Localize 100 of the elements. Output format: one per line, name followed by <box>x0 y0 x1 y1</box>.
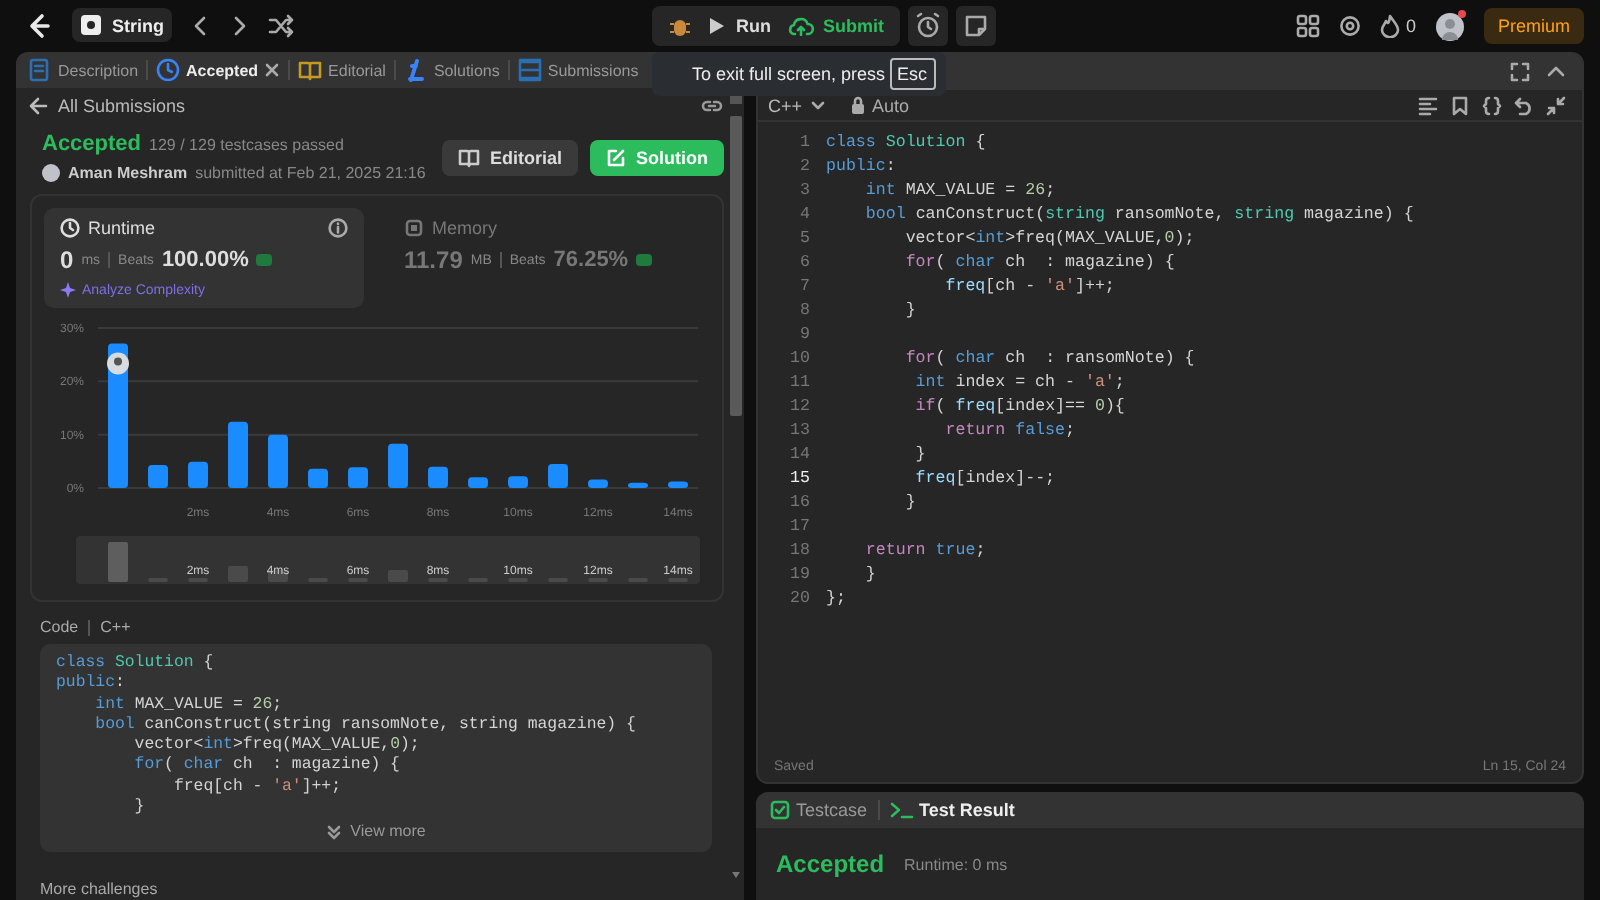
code-line: int MAX_VALUE = 26; <box>93 695 285 716</box>
bar[interactable] <box>668 481 688 488</box>
sparkle-icon <box>60 282 76 298</box>
stat-title: Runtime <box>88 218 156 238</box>
stat-title: Memory <box>432 218 498 238</box>
language-dropdown[interactable]: C++ <box>768 95 827 115</box>
bar[interactable] <box>268 434 288 488</box>
result-status: Accepted <box>776 850 885 878</box>
line-number: 7 <box>798 277 812 295</box>
tab[interactable]: Editorial <box>298 58 386 82</box>
terminal-icon <box>889 800 914 820</box>
line-number: 10 <box>788 349 812 367</box>
close-icon[interactable] <box>264 62 281 78</box>
code-line: int MAX_VALUE = 26; <box>863 181 1056 199</box>
collapse-icon[interactable] <box>1546 95 1566 115</box>
caret-icon <box>810 97 827 113</box>
hint-text: To exit full screen, press <box>692 64 886 84</box>
author-name[interactable]: Aman Meshram <box>68 164 188 182</box>
info-icon[interactable] <box>328 218 348 238</box>
view-more-link[interactable]: View more <box>316 822 436 841</box>
bar[interactable] <box>628 482 648 488</box>
bar[interactable] <box>348 467 368 488</box>
tab[interactable]: Solutions <box>403 58 500 82</box>
tab[interactable]: Submissions <box>517 58 639 82</box>
chevron-up-icon[interactable] <box>1546 62 1566 82</box>
tab[interactable]: Testcase <box>770 800 868 820</box>
code-line: bool canConstruct(string ransomNote, string magazine) { <box>863 205 1414 223</box>
bar[interactable] <box>388 443 408 488</box>
code-line: if( freq[index]== 0){ <box>913 397 1125 415</box>
link-icon[interactable] <box>700 95 724 115</box>
beats-value: 100.00% <box>161 248 249 272</box>
avatar-icon <box>42 164 60 182</box>
bar[interactable] <box>588 479 608 488</box>
braces-icon[interactable] <box>1482 95 1502 115</box>
arrow-left-icon <box>28 95 48 115</box>
chevrons-down-icon <box>326 823 343 840</box>
mode-label[interactable]: Auto <box>850 95 910 115</box>
chip-icon <box>404 218 424 238</box>
bar[interactable] <box>148 465 168 488</box>
settings-icon[interactable] <box>1337 13 1362 37</box>
bar[interactable] <box>308 468 328 488</box>
problem-list-button[interactable]: String <box>72 8 172 42</box>
code-line: } <box>903 493 916 511</box>
back-link[interactable]: All Submissions <box>28 95 186 115</box>
testcase-count: 129 / 129 testcases passed <box>149 135 344 153</box>
cloud-upload-icon <box>787 15 813 35</box>
grid-icon[interactable] <box>1295 13 1320 37</box>
beats-value: 76.25% <box>553 248 629 272</box>
premium-button[interactable]: Premium <box>1483 7 1584 43</box>
code-line: freq[ch - 'a']++; <box>943 277 1115 295</box>
bar[interactable] <box>468 477 488 488</box>
bar[interactable] <box>428 466 448 488</box>
book-icon <box>298 58 323 82</box>
tab[interactable]: Accepted <box>156 58 281 82</box>
tab[interactable]: Test Result <box>889 800 1015 820</box>
document-icon <box>28 58 52 82</box>
line-number: 16 <box>788 493 812 511</box>
code-line: for( char ch : ransomNote) { <box>903 349 1195 367</box>
badge-icon <box>636 254 653 266</box>
code-line: vector<int>freq(MAX_VALUE,0); <box>903 229 1195 247</box>
code-line: vector<int>freq(MAX_VALUE,0); <box>132 736 422 756</box>
code-label: Code <box>40 618 79 636</box>
line-number: 17 <box>788 517 812 535</box>
editorial-button[interactable]: Editorial <box>441 139 578 175</box>
bookmark-icon[interactable] <box>1450 95 1470 115</box>
line-number: 4 <box>798 205 812 223</box>
note-icon[interactable] <box>956 5 996 45</box>
status-text: Accepted <box>42 132 142 156</box>
code-line: } <box>913 445 926 463</box>
line-number: 15 <box>788 469 812 487</box>
bar[interactable] <box>188 461 208 488</box>
run-button[interactable]: Run <box>708 15 771 35</box>
logo-icon[interactable] <box>24 11 52 39</box>
key-badge: Esc <box>889 58 936 90</box>
avatar-icon[interactable] <box>1433 9 1466 41</box>
code-line: int index = ch - 'a'; <box>913 373 1125 391</box>
submitted-date: submitted at Feb 21, 2025 21:16 <box>195 164 426 182</box>
bar[interactable] <box>548 464 568 488</box>
alarm-clock-icon[interactable] <box>908 5 948 45</box>
line-number: 12 <box>788 397 812 415</box>
tab[interactable]: Description <box>28 58 139 82</box>
streak-counter[interactable]: 0 <box>1379 13 1416 37</box>
submit-button[interactable]: Submit <box>787 15 884 35</box>
undo-icon[interactable] <box>1514 95 1534 115</box>
shuffle-icon[interactable] <box>268 13 294 37</box>
code-line: class Solution { <box>56 654 216 674</box>
code-line: freq[ch - 'a']++; <box>171 777 343 799</box>
bar[interactable] <box>508 476 528 488</box>
stat-value: 0 <box>60 246 74 274</box>
code-line: public: <box>826 157 896 175</box>
format-icon[interactable] <box>1418 95 1438 115</box>
line-number: 11 <box>788 373 812 391</box>
code-line: } <box>863 565 876 583</box>
section-heading: More challenges <box>38 880 160 899</box>
line-number: 14 <box>788 445 812 463</box>
edit-icon <box>606 147 626 167</box>
code-line: } <box>903 301 916 319</box>
language-label: C++ <box>100 618 131 636</box>
line-number: 20 <box>788 589 812 607</box>
maximize-icon[interactable] <box>1510 62 1530 82</box>
